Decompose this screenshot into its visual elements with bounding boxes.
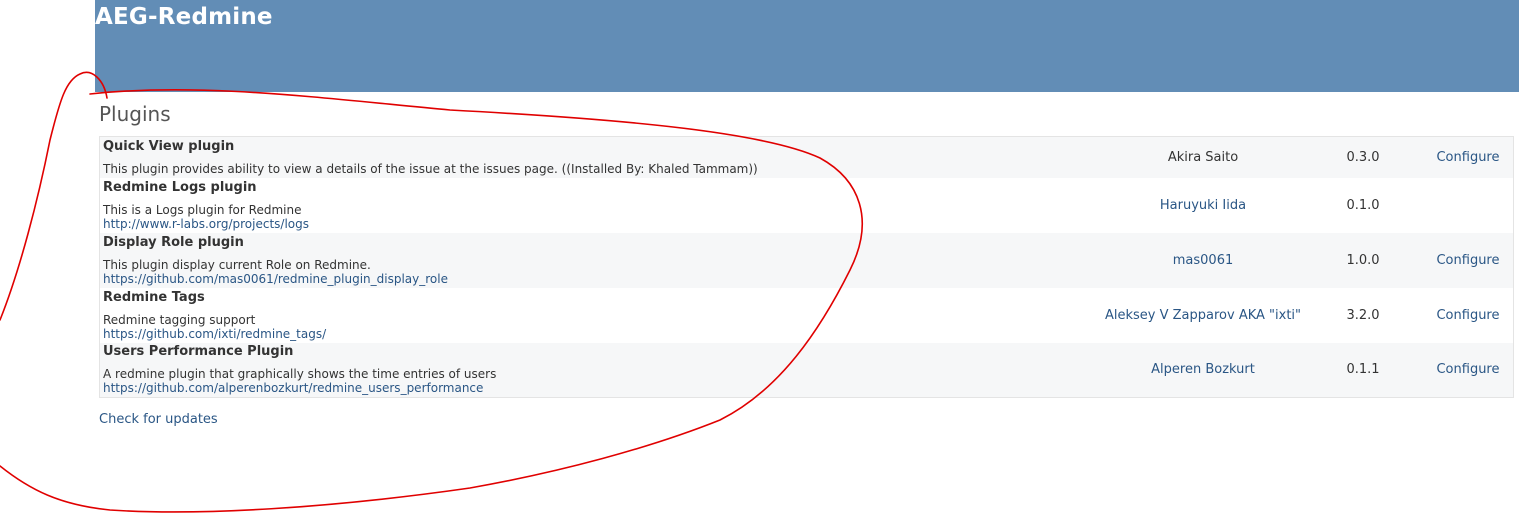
plugin-row: Users Performance Plugin A redmine plugi… xyxy=(99,342,1514,398)
plugin-version: 3.2.0 xyxy=(1346,307,1380,323)
plugin-author: Aleksey V Zapparov AKA "ixti" xyxy=(1103,288,1303,343)
plugin-name-cell: Redmine Tags Redmine tagging support htt… xyxy=(100,288,1104,343)
author-link[interactable]: Haruyuki Iida xyxy=(1160,198,1246,213)
author-link[interactable]: Alperen Bozkurt xyxy=(1151,362,1255,377)
plugin-author: mas0061 xyxy=(1103,233,1303,288)
configure-cell: Configure xyxy=(1423,288,1514,343)
configure-link[interactable]: Configure xyxy=(1436,150,1499,165)
plugin-name: Redmine Logs plugin xyxy=(103,179,257,195)
plugin-version: 0.3.0 xyxy=(1346,149,1380,165)
configure-cell xyxy=(1423,178,1514,233)
plugin-description: This plugin display current Role on Redm… xyxy=(103,257,371,272)
plugin-row: Redmine Logs plugin This is a Logs plugi… xyxy=(99,177,1514,233)
plugin-version: 0.1.1 xyxy=(1346,362,1380,378)
configure-link[interactable]: Configure xyxy=(1436,253,1499,268)
plugin-description: This is a Logs plugin for Redmine xyxy=(103,202,302,217)
configure-link[interactable]: Configure xyxy=(1436,308,1499,323)
plugin-url-link[interactable]: https://github.com/ixti/redmine_tags/ xyxy=(103,327,1103,341)
page-title: Plugins xyxy=(99,102,171,126)
plugin-author: Haruyuki Iida xyxy=(1103,178,1303,233)
plugin-version: 0.1.0 xyxy=(1346,197,1380,213)
site-title[interactable]: AEG-Redmine xyxy=(95,4,273,30)
plugin-version: 1.0.0 xyxy=(1346,252,1380,268)
plugin-name: Users Performance Plugin xyxy=(103,344,294,360)
plugin-row: Redmine Tags Redmine tagging support htt… xyxy=(99,287,1514,343)
plugin-url-link[interactable]: http://www.r-labs.org/projects/logs xyxy=(103,217,1103,231)
author-name: Akira Saito xyxy=(1167,149,1239,165)
configure-cell: Configure xyxy=(1423,233,1514,288)
plugin-author: Akira Saito xyxy=(1103,137,1303,178)
author-link[interactable]: Aleksey V Zapparov AKA "ixti" xyxy=(1105,308,1301,323)
plugin-name-cell: Quick View plugin This plugin provides a… xyxy=(100,137,1104,178)
plugin-description: A redmine plugin that graphically shows … xyxy=(103,367,497,382)
plugin-row: Quick View plugin This plugin provides a… xyxy=(99,136,1514,178)
configure-link[interactable]: Configure xyxy=(1436,362,1499,377)
plugin-name: Redmine Tags xyxy=(103,289,205,305)
plugin-name: Display Role plugin xyxy=(103,234,244,250)
plugin-name-cell: Display Role plugin This plugin display … xyxy=(100,233,1104,288)
configure-cell: Configure xyxy=(1423,137,1514,178)
plugins-table: Quick View plugin This plugin provides a… xyxy=(99,136,1514,398)
plugin-name: Quick View plugin xyxy=(103,138,235,154)
plugin-url-link[interactable]: https://github.com/mas0061/redmine_plugi… xyxy=(103,272,1103,286)
configure-cell: Configure xyxy=(1423,343,1514,398)
plugin-url-link[interactable]: https://github.com/alperenbozkurt/redmin… xyxy=(103,381,1103,395)
plugin-description: This plugin provides ability to view a d… xyxy=(103,161,758,176)
top-header: AEG-Redmine xyxy=(95,0,1519,92)
plugin-name-cell: Users Performance Plugin A redmine plugi… xyxy=(100,343,1104,398)
plugin-row: Display Role plugin This plugin display … xyxy=(99,232,1514,288)
plugin-description: Redmine tagging support xyxy=(103,312,256,327)
plugin-name-cell: Redmine Logs plugin This is a Logs plugi… xyxy=(100,178,1104,233)
main-content: Plugins Quick View plugin This plugin pr… xyxy=(99,98,1515,427)
plugin-author: Alperen Bozkurt xyxy=(1103,343,1303,398)
author-link[interactable]: mas0061 xyxy=(1173,253,1234,268)
check-for-updates-link[interactable]: Check for updates xyxy=(99,412,218,427)
